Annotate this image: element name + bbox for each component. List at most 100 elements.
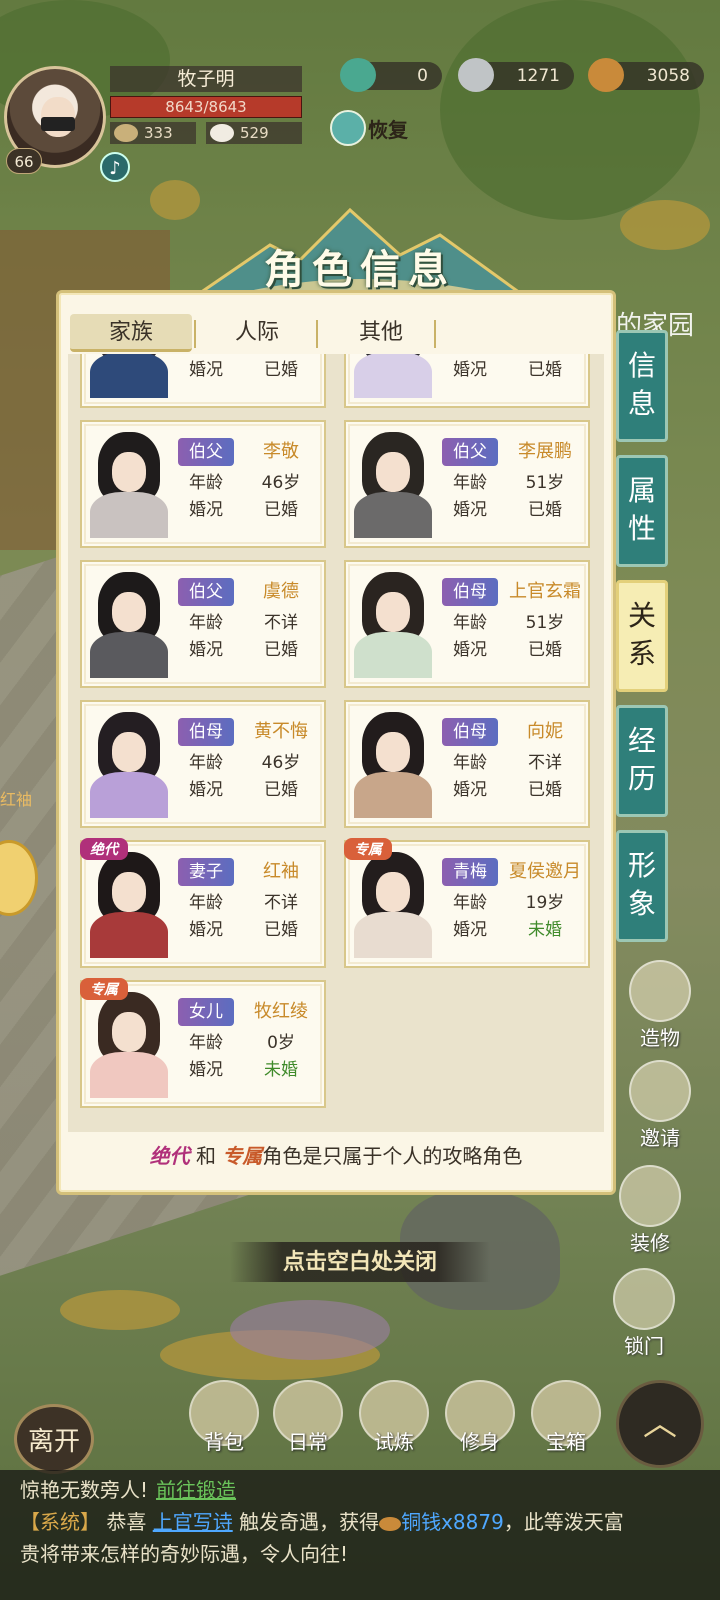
nav-cultivate[interactable]: 修身	[440, 1380, 520, 1470]
nav-daily[interactable]: 日常	[268, 1380, 348, 1470]
craft-button[interactable]: 造物	[620, 960, 700, 1051]
food-stat: 333	[110, 122, 196, 144]
age-label: 年龄	[189, 1033, 223, 1053]
dialog-title: 角色信息	[264, 246, 456, 293]
chat-panel[interactable]: 惊艳无数旁人! 前往锻造 【系统】 恭喜 上官写诗 触发奇遇，获得 铜钱x8879，…	[0, 1470, 720, 1600]
jade-dragon-icon	[340, 58, 376, 92]
currency-copper-value: 3058	[646, 66, 690, 86]
relation-tabs: 家族 人际 其他	[70, 314, 450, 352]
age-label: 年龄	[453, 753, 487, 773]
forge-link[interactable]: 前往锻造	[156, 1478, 236, 1502]
footnote-tag-peerless: 绝代	[149, 1144, 190, 1168]
bun-value: 529	[240, 124, 269, 142]
relative-name: 红袖	[263, 861, 299, 882]
relative-name: 李展鹏	[518, 441, 572, 462]
relative-name: 李敬	[263, 441, 299, 462]
side-tab-attributes[interactable]: 属性	[616, 455, 668, 567]
footnote: 绝代 和 专属角色是只属于个人的攻略角色	[56, 1140, 616, 1169]
relation-badge: 伯父	[178, 578, 234, 606]
side-tab-appearance[interactable]: 形象	[616, 830, 668, 942]
nav-cultivate-label: 修身	[460, 1430, 500, 1454]
portrait-image	[90, 710, 168, 818]
chat-user-link[interactable]: 上官写诗	[153, 1510, 233, 1534]
rarity-tag: 绝代	[80, 838, 128, 860]
level-badge: 66	[6, 148, 42, 174]
side-tab-relations[interactable]: 关系	[616, 580, 668, 692]
portrait-image	[354, 430, 432, 538]
tab-social[interactable]: 人际	[196, 314, 318, 352]
hp-text: 8643/8643	[165, 98, 247, 116]
marriage-value: 未婚	[264, 1060, 298, 1080]
portrait-image	[90, 850, 168, 958]
anvil-icon	[629, 960, 691, 1022]
marriage-value: 已婚	[264, 640, 298, 660]
relative-card[interactable]: 年龄43岁婚况已婚	[80, 354, 326, 408]
relative-card[interactable]: 年龄41岁婚况已婚	[344, 354, 590, 408]
close-hint[interactable]: 点击空白处关闭	[230, 1242, 490, 1282]
relative-card[interactable]: 伯父 李展鹏 年龄 51岁 婚况 已婚	[344, 420, 590, 548]
leave-button[interactable]: 离开	[14, 1404, 94, 1474]
copper-coin-icon	[379, 1516, 402, 1531]
relative-name: 上官玄霜	[509, 581, 581, 602]
chat-line1: 惊艳无数旁人!	[20, 1478, 149, 1502]
marriage-label: 婚况	[453, 360, 487, 380]
portrait-image	[354, 354, 432, 398]
currency-silver[interactable]: 1271	[458, 58, 574, 92]
relation-badge: 伯父	[442, 438, 498, 466]
age-value: 51岁	[525, 473, 565, 493]
portrait-image	[90, 570, 168, 678]
currency-copper[interactable]: 3058	[588, 58, 704, 92]
relative-card[interactable]: 伯母 黄不悔 年龄 46岁 婚况 已婚	[80, 700, 326, 828]
marriage-label: 婚况	[189, 360, 223, 380]
lock-door-button[interactable]: 锁门	[604, 1268, 684, 1359]
relative-name: 牧红绫	[254, 1001, 308, 1022]
bun-icon	[210, 124, 234, 142]
marriage-label: 婚况	[453, 500, 487, 520]
nav-trial[interactable]: 试炼	[354, 1380, 434, 1470]
chat-reward: 铜钱x8879	[401, 1510, 504, 1534]
relative-card[interactable]: 专属 青梅 夏侯邀月 年龄 19岁 婚况 未婚	[344, 838, 590, 968]
tab-family[interactable]: 家族	[70, 314, 192, 352]
rarity-tag: 专属	[80, 978, 128, 1000]
relation-badge: 青梅	[442, 858, 498, 886]
relative-card[interactable]: 绝代 妻子 红袖 年龄 不详 婚况 已婚	[80, 838, 326, 968]
currency-jade[interactable]: 0	[340, 58, 442, 92]
restore-button[interactable]: 恢复	[330, 108, 430, 148]
marriage-value: 已婚	[528, 640, 562, 660]
music-note-icon[interactable]: ♪	[100, 152, 130, 182]
marriage-label: 婚况	[189, 500, 223, 520]
age-label: 年龄	[189, 473, 223, 493]
bun-stat: 529	[206, 122, 302, 144]
marriage-label: 婚况	[189, 1060, 223, 1080]
lock-door-label: 锁门	[624, 1334, 664, 1358]
system-tag: 【系统】	[20, 1510, 100, 1534]
nav-bag[interactable]: 背包	[184, 1380, 264, 1470]
relatives-list[interactable]: 年龄43岁婚况已婚年龄41岁婚况已婚伯父李敬年龄46岁婚况已婚伯父李展鹏年龄51…	[68, 354, 604, 1132]
relative-card[interactable]: 伯母 向妮 年龄 不详 婚况 已婚	[344, 700, 590, 828]
footnote-and: 和	[196, 1144, 216, 1168]
age-value: 19岁	[525, 893, 565, 913]
lock-icon	[613, 1268, 675, 1330]
dialog-title-banner: 角色信息	[180, 205, 540, 300]
relation-badge: 伯母	[442, 718, 498, 746]
invite-button[interactable]: 邀请	[620, 1060, 700, 1151]
currency-jade-value: 0	[417, 66, 428, 86]
chevron-up-icon[interactable]: ︿	[616, 1380, 704, 1468]
marriage-label: 婚况	[453, 640, 487, 660]
marriage-label: 婚况	[453, 920, 487, 940]
age-value: 不详	[528, 753, 562, 773]
age-value: 不详	[264, 893, 298, 913]
side-tab-info[interactable]: 信息	[616, 330, 668, 442]
relative-card[interactable]: 专属 女儿 牧红绫 年龄 0岁 婚况 未婚	[80, 978, 326, 1108]
relative-card[interactable]: 伯母 上官玄霜 年龄 51岁 婚况 已婚	[344, 560, 590, 688]
marriage-label: 婚况	[189, 920, 223, 940]
invite-label: 邀请	[640, 1126, 680, 1150]
relative-card[interactable]: 伯父 虞德 年龄 不详 婚况 已婚	[80, 560, 326, 688]
restore-label: 恢复	[368, 118, 408, 142]
decorate-button[interactable]: 装修	[610, 1165, 690, 1256]
nav-chest[interactable]: 宝箱	[526, 1380, 606, 1470]
relative-card[interactable]: 伯父 李敬 年龄 46岁 婚况 已婚	[80, 420, 326, 548]
side-tab-experience[interactable]: 经历	[616, 705, 668, 817]
tab-other[interactable]: 其他	[320, 314, 442, 352]
hp-bar: 8643/8643	[110, 96, 302, 118]
